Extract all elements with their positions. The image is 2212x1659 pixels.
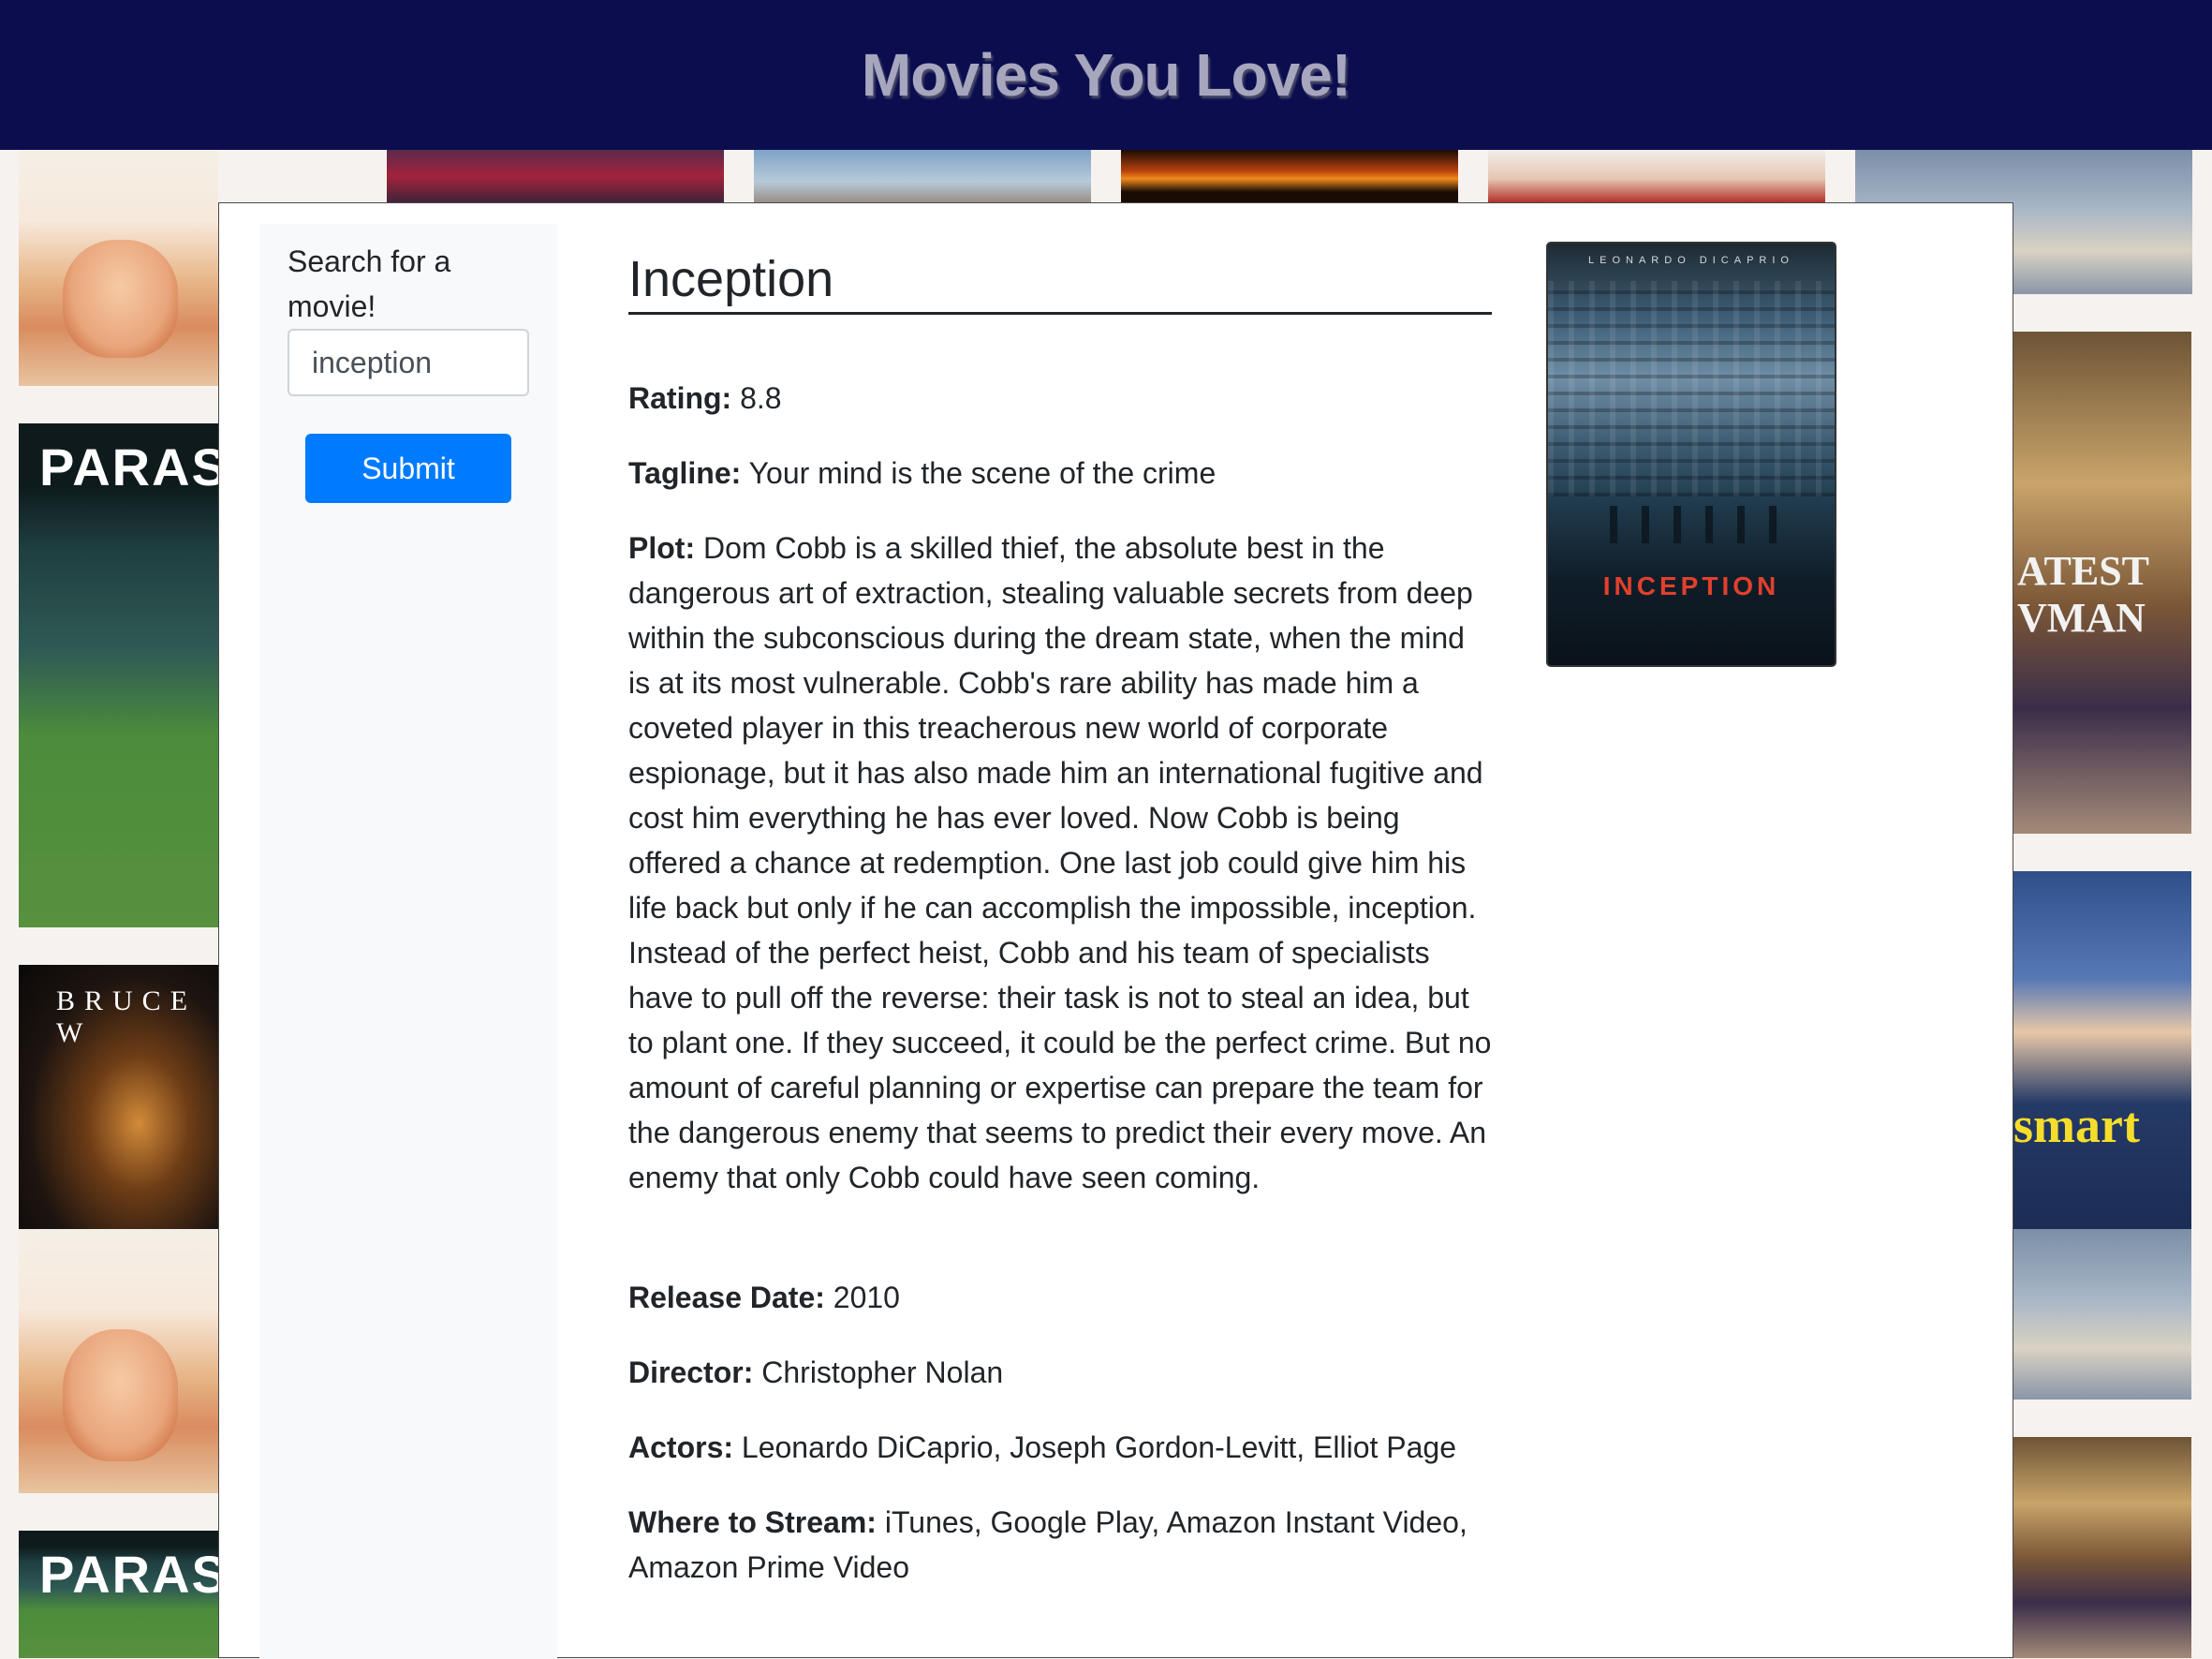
stream-field: Where to Stream: iTunes, Google Play, Am… (628, 1500, 1492, 1590)
movie-poster: LEONARDO DICAPRIO INCEPTION (1546, 242, 1836, 667)
bg-poster-text: smart (2013, 1097, 2140, 1153)
bg-poster (2013, 1229, 2191, 1400)
bg-poster (19, 150, 218, 386)
bg-poster: BRUCE W (19, 965, 218, 1229)
search-label: Search for a movie! (288, 244, 451, 323)
rating-label: Rating: (628, 381, 732, 415)
bg-poster-text: PARAS (39, 1545, 229, 1604)
release-value: 2010 (833, 1281, 900, 1314)
bg-poster (1121, 150, 1458, 202)
movie-title: Inception (628, 250, 1492, 315)
bg-poster (387, 150, 724, 202)
tagline-field: Tagline: Your mind is the scene of the c… (628, 451, 1492, 496)
site-header: Movies You Love! (0, 0, 2212, 150)
submit-button[interactable]: Submit (305, 434, 511, 503)
director-label: Director: (628, 1355, 754, 1389)
plot-label: Plot: (628, 531, 696, 565)
rating-value: 8.8 (740, 381, 782, 415)
tagline-label: Tagline: (628, 456, 742, 490)
release-field: Release Date: 2010 (628, 1275, 1492, 1320)
bg-poster-text: VMAN (2017, 595, 2146, 641)
actors-field: Actors: Leonardo DiCaprio, Joseph Gordon… (628, 1425, 1492, 1470)
site-title: Movies You Love! (861, 41, 1351, 109)
rating-field: Rating: 8.8 (628, 376, 1492, 421)
search-input[interactable] (288, 329, 529, 396)
poster-top-text: LEONARDO DICAPRIO (1588, 255, 1794, 266)
bg-poster (2013, 1437, 2191, 1658)
poster-title: INCEPTION (1602, 571, 1780, 600)
movie-details: Inception Rating: 8.8 Tagline: Your mind… (628, 250, 1492, 1584)
bg-poster: PARAS (19, 423, 227, 927)
plot-value: Dom Cobb is a skilled thief, the absolut… (628, 531, 1492, 1194)
bg-poster-text: ATEST (2017, 548, 2150, 594)
bg-poster: ATEST VMAN (2013, 332, 2191, 834)
bg-poster-text: PARAS (39, 437, 229, 496)
bg-poster (19, 1229, 218, 1493)
poster-figures (1585, 506, 1801, 543)
tagline-value: Your mind is the scene of the crime (748, 456, 1217, 490)
actors-label: Actors: (628, 1430, 734, 1464)
bg-poster (1488, 150, 1825, 202)
search-sidebar: Search for a movie! Submit (259, 224, 557, 1659)
bg-poster (754, 150, 1091, 202)
release-label: Release Date: (628, 1281, 825, 1314)
actors-value: Leonardo DiCaprio, Joseph Gordon-Levitt,… (741, 1430, 1457, 1464)
director-field: Director: Christopher Nolan (628, 1350, 1492, 1395)
poster-artwork (1548, 281, 1835, 496)
plot-field: Plot: Dom Cobb is a skilled thief, the a… (628, 526, 1492, 1200)
bg-poster: PARAS (19, 1531, 227, 1658)
bg-poster: smart (2013, 871, 2191, 1229)
director-value: Christopher Nolan (761, 1355, 1004, 1389)
stream-label: Where to Stream: (628, 1505, 877, 1539)
bg-poster-text: BRUCE W (56, 985, 198, 1048)
main-card: Search for a movie! Submit Inception Rat… (218, 202, 2013, 1659)
